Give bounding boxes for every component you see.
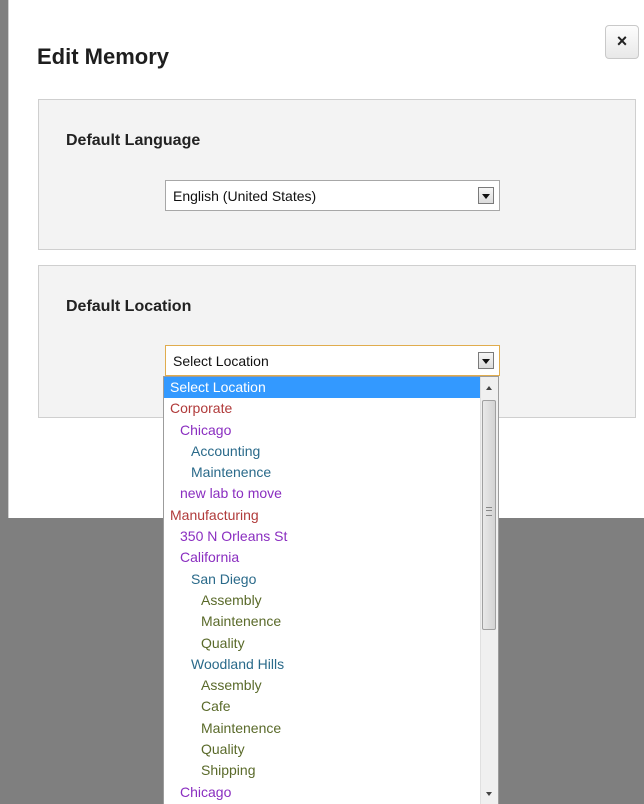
- grip-icon: [486, 507, 492, 516]
- location-option[interactable]: Maintenence: [164, 462, 481, 483]
- location-option[interactable]: Woodland Hills: [164, 654, 481, 675]
- location-option[interactable]: Chicago: [164, 782, 481, 803]
- location-select-value: Select Location: [173, 353, 269, 369]
- language-select-value: English (United States): [173, 188, 317, 204]
- default-location-label: Default Location: [66, 298, 192, 315]
- location-option[interactable]: California: [164, 547, 481, 568]
- location-option[interactable]: San Diego: [164, 569, 481, 590]
- default-language-section: Default Language English (United States): [38, 99, 636, 250]
- location-option[interactable]: Assembly: [164, 590, 481, 611]
- location-option[interactable]: new lab to move: [164, 483, 481, 504]
- location-option[interactable]: Chicago: [164, 420, 481, 441]
- location-option[interactable]: Maintenence: [164, 611, 481, 632]
- chevron-down-icon[interactable]: [478, 187, 494, 204]
- location-option[interactable]: Select Location: [164, 377, 481, 399]
- location-option[interactable]: Maintenence: [164, 718, 481, 739]
- chevron-down-icon[interactable]: [478, 352, 494, 369]
- location-dropdown-list[interactable]: Select Location Corporate Chicago Accountin…: [163, 376, 499, 804]
- scroll-down-arrow-icon[interactable]: [481, 783, 498, 804]
- scroll-up-arrow-icon[interactable]: [481, 377, 498, 399]
- location-option[interactable]: Accounting: [164, 441, 481, 462]
- location-option[interactable]: Assembly: [164, 675, 481, 696]
- close-icon: ×: [616, 31, 628, 51]
- close-button[interactable]: ×: [605, 25, 639, 59]
- location-option[interactable]: Quality: [164, 739, 481, 760]
- location-option[interactable]: 350 N Orleans St: [164, 526, 481, 547]
- location-select[interactable]: Select Location: [165, 345, 500, 376]
- language-select[interactable]: English (United States): [165, 180, 500, 211]
- scrollbar[interactable]: [480, 377, 498, 804]
- location-option[interactable]: Manufacturing: [164, 505, 481, 526]
- location-option[interactable]: Corporate: [164, 398, 481, 419]
- location-option[interactable]: Cafe: [164, 696, 481, 717]
- location-options: Select Location Corporate Chicago Accountin…: [164, 377, 481, 803]
- location-option[interactable]: Shipping: [164, 760, 481, 781]
- dialog-title: Edit Memory: [37, 44, 170, 69]
- scroll-thumb[interactable]: [482, 400, 496, 630]
- default-language-label: Default Language: [66, 132, 201, 149]
- location-option[interactable]: Quality: [164, 633, 481, 654]
